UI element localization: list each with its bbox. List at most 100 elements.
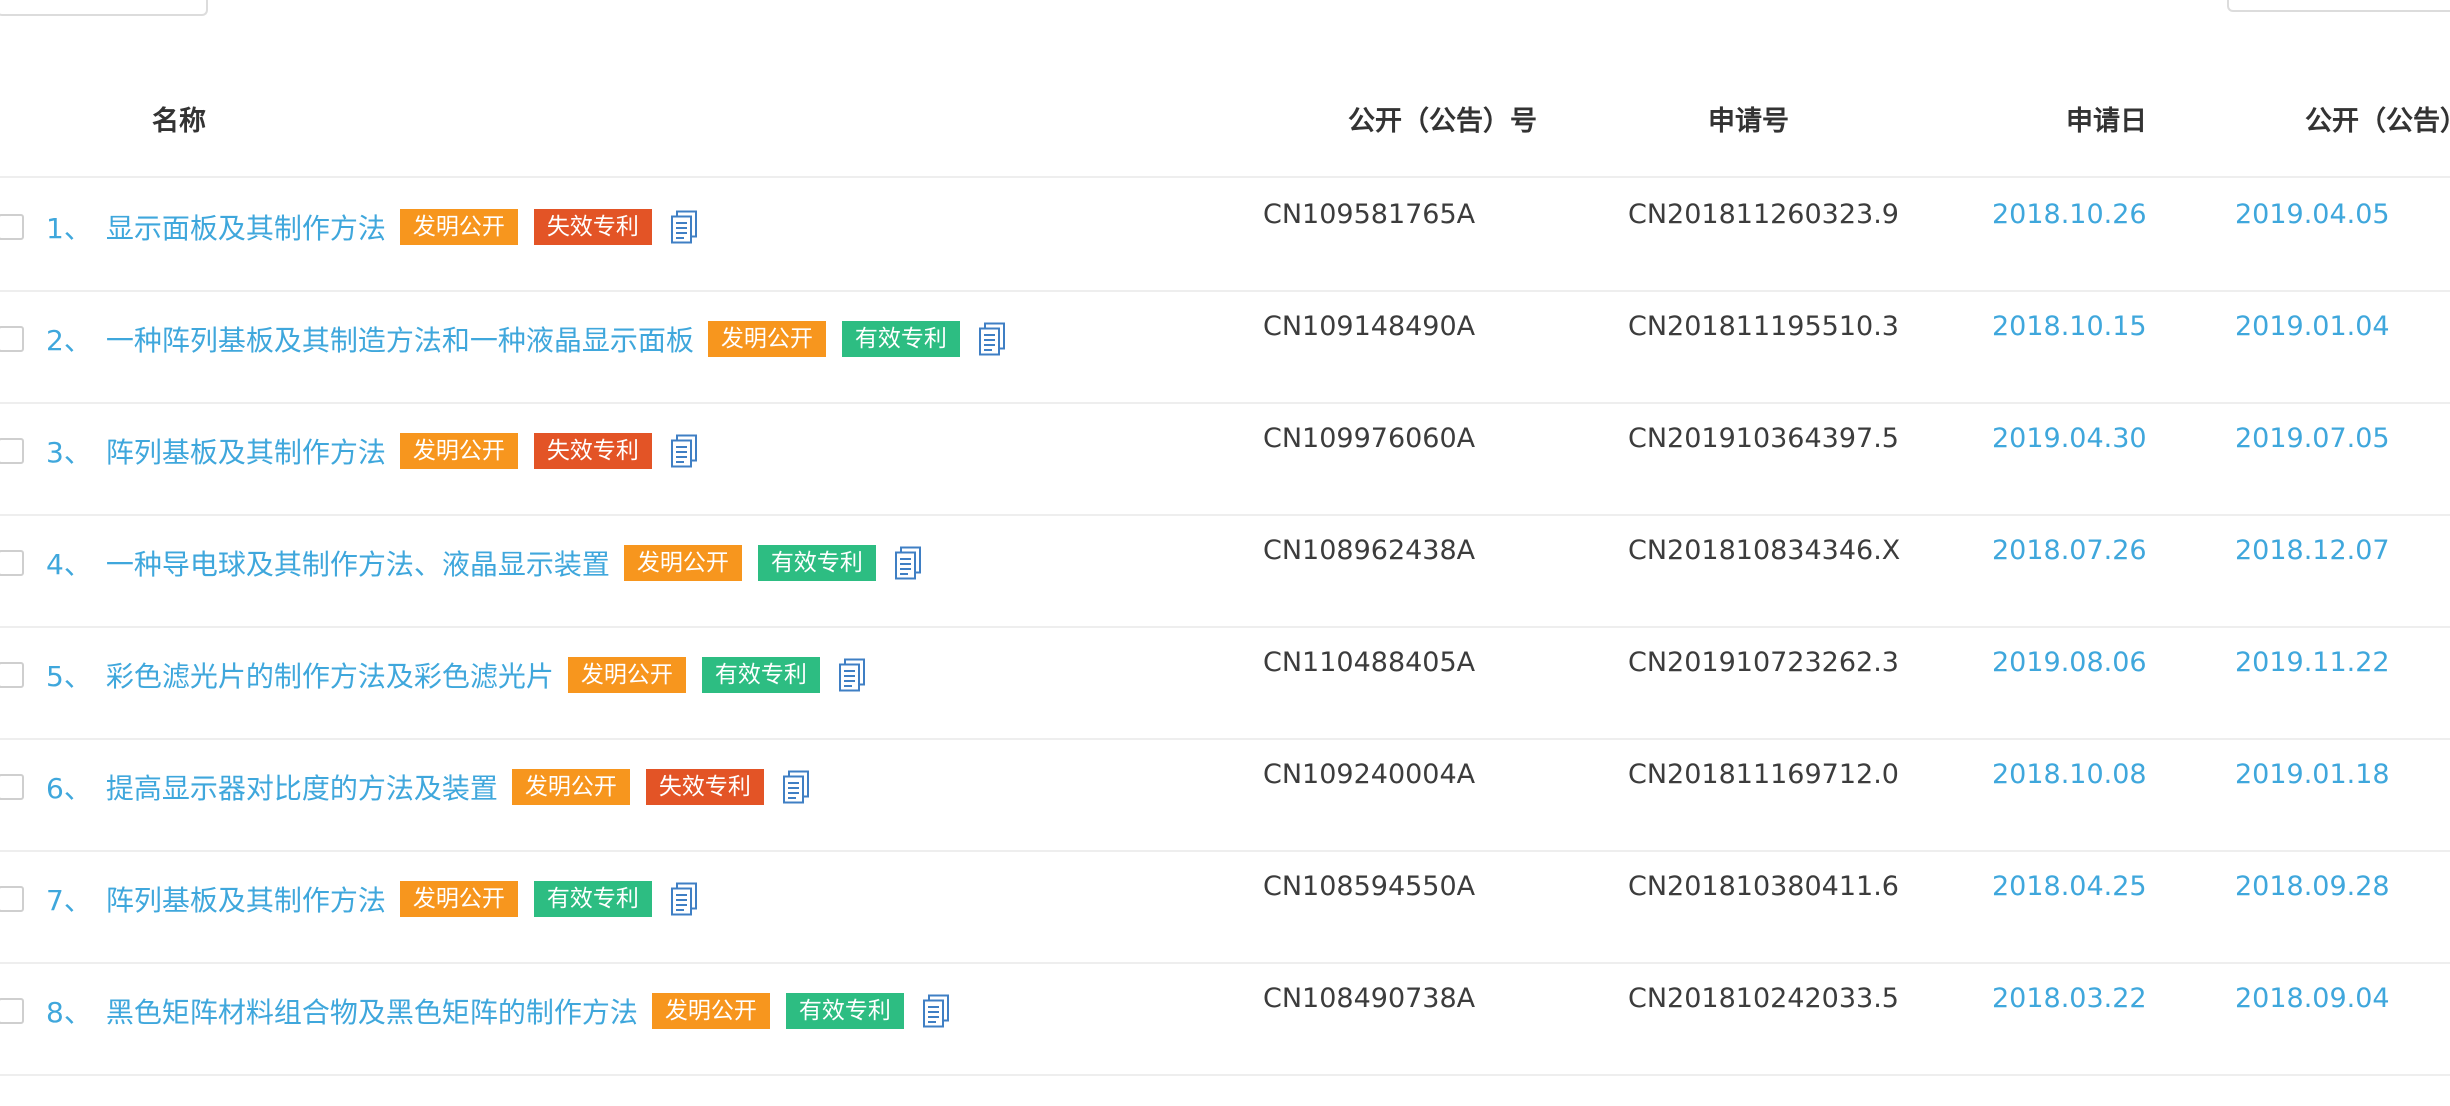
row-title-group: 5、 彩色滤光片的制作方法及彩色滤光片 发明公开 有效专利 [46,656,866,694]
pub-date-link[interactable]: 2018.09.04 [2235,983,2390,1015]
app-no-cell: CN201810242033.5 [1628,983,1899,1014]
document-icon[interactable] [670,210,698,244]
column-header-app-date[interactable]: 申请日 [2066,108,2147,135]
pub-no-cell: CN109240004A [1263,759,1476,790]
row-number: 2、 [46,324,92,357]
patent-title-link[interactable]: 阵列基板及其制作方法 [106,879,386,919]
document-icon[interactable] [894,546,922,580]
app-date-link[interactable]: 2018.10.08 [1992,759,2147,791]
app-no-cell: CN201811169712.0 [1628,759,1899,790]
document-icon[interactable] [670,434,698,468]
row-checkbox[interactable] [0,214,24,240]
document-icon[interactable] [978,322,1006,356]
row-checkbox[interactable] [0,662,24,688]
patent-title-link[interactable]: 彩色滤光片的制作方法及彩色滤光片 [106,655,554,695]
row-checkbox[interactable] [0,886,24,912]
top-left-control[interactable] [0,0,208,16]
status-badge: 有效专利 [841,321,960,357]
app-no-cell: CN201810380411.6 [1628,871,1899,902]
status-badge: 有效专利 [533,881,652,917]
row-checkbox[interactable] [0,550,24,576]
pub-no-cell: CN109148490A [1263,311,1476,342]
app-date-link[interactable]: 2018.10.15 [1992,311,2147,343]
table-header: 名称 公开（公告）号 申请号 申请日 公开（公告） [0,70,2450,178]
column-header-name[interactable]: 名称 [152,108,206,135]
pub-date-link[interactable]: 2019.01.04 [2235,311,2390,343]
status-badge: 失效专利 [533,209,652,245]
table-row: 5、 彩色滤光片的制作方法及彩色滤光片 发明公开 有效专利 CN110488405A CN… [0,626,2450,740]
row-number: 8、 [46,996,92,1029]
pub-no-cell: CN109581765A [1263,199,1476,230]
type-badge: 发明公开 [399,433,518,469]
patent-title-link[interactable]: 黑色矩阵材料组合物及黑色矩阵的制作方法 [106,991,638,1031]
row-number: 3、 [46,436,92,469]
document-icon[interactable] [782,770,810,804]
row-checkbox[interactable] [0,326,24,352]
row-title-group: 6、 提高显示器对比度的方法及装置 发明公开 失效专利 [46,768,810,806]
column-header-pub-date[interactable]: 公开（公告） [2305,108,2450,135]
row-checkbox[interactable] [0,438,24,464]
pub-no-cell: CN108962438A [1263,535,1476,566]
pub-no-cell: CN110488405A [1263,647,1476,678]
table-row: 3、 阵列基板及其制作方法 发明公开 失效专利 CN109976060A CN201910… [0,402,2450,516]
pub-no-cell: CN109976060A [1263,423,1476,454]
patent-title-link[interactable]: 显示面板及其制作方法 [106,207,386,247]
table-row: 2、 一种阵列基板及其制造方法和一种液晶显示面板 发明公开 有效专利 CN1091484… [0,290,2450,404]
row-number: 1、 [46,212,92,245]
app-no-cell: CN201811195510.3 [1628,311,1899,342]
type-badge: 发明公开 [399,209,518,245]
row-title-group: 4、 一种导电球及其制作方法、液晶显示装置 发明公开 有效专利 [46,544,922,582]
type-badge: 发明公开 [567,657,686,693]
row-checkbox[interactable] [0,774,24,800]
table-row: 1、 显示面板及其制作方法 发明公开 失效专利 CN109581765A CN201811… [0,178,2450,292]
pub-date-link[interactable]: 2019.07.05 [2235,423,2390,455]
row-number: 7、 [46,884,92,917]
status-badge: 失效专利 [533,433,652,469]
status-badge: 有效专利 [785,993,904,1029]
document-icon[interactable] [922,994,950,1028]
document-icon[interactable] [670,882,698,916]
pub-no-cell: CN108594550A [1263,871,1476,902]
type-badge: 发明公开 [399,881,518,917]
column-header-pub-no[interactable]: 公开（公告）号 [1348,108,1537,135]
app-no-cell: CN201910723262.3 [1628,647,1899,678]
app-no-cell: CN201910364397.5 [1628,423,1899,454]
patent-title-link[interactable]: 提高显示器对比度的方法及装置 [106,767,498,807]
column-header-app-no[interactable]: 申请号 [1708,108,1789,135]
status-badge: 有效专利 [757,545,876,581]
pub-no-cell: CN108490738A [1263,983,1476,1014]
app-date-link[interactable]: 2019.08.06 [1992,647,2147,679]
app-date-link[interactable]: 2018.10.26 [1992,199,2147,231]
row-checkbox[interactable] [0,998,24,1024]
row-title-group: 8、 黑色矩阵材料组合物及黑色矩阵的制作方法 发明公开 有效专利 [46,992,950,1030]
row-number: 6、 [46,772,92,805]
app-date-link[interactable]: 2018.03.22 [1992,983,2147,1015]
row-title-group: 1、 显示面板及其制作方法 发明公开 失效专利 [46,208,698,246]
pub-date-link[interactable]: 2019.11.22 [2235,647,2390,679]
table-row: 4、 一种导电球及其制作方法、液晶显示装置 发明公开 有效专利 CN108962438A… [0,514,2450,628]
patent-title-link[interactable]: 一种导电球及其制作方法、液晶显示装置 [106,543,610,583]
pub-date-link[interactable]: 2019.01.18 [2235,759,2390,791]
type-badge: 发明公开 [623,545,742,581]
type-badge: 发明公开 [651,993,770,1029]
row-title-group: 3、 阵列基板及其制作方法 发明公开 失效专利 [46,432,698,470]
patent-title-link[interactable]: 阵列基板及其制作方法 [106,431,386,471]
status-badge: 有效专利 [701,657,820,693]
document-icon[interactable] [838,658,866,692]
app-date-link[interactable]: 2018.04.25 [1992,871,2147,903]
pub-date-link[interactable]: 2018.12.07 [2235,535,2390,567]
app-date-link[interactable]: 2019.04.30 [1992,423,2147,455]
row-title-group: 2、 一种阵列基板及其制造方法和一种液晶显示面板 发明公开 有效专利 [46,320,1006,358]
pub-date-link[interactable]: 2019.04.05 [2235,199,2390,231]
table-row: 6、 提高显示器对比度的方法及装置 发明公开 失效专利 CN109240004A CN20… [0,738,2450,852]
row-number: 4、 [46,548,92,581]
patent-title-link[interactable]: 一种阵列基板及其制造方法和一种液晶显示面板 [106,319,694,359]
app-no-cell: CN201811260323.9 [1628,199,1899,230]
app-date-link[interactable]: 2018.07.26 [1992,535,2147,567]
table-row: 7、 阵列基板及其制作方法 发明公开 有效专利 CN108594550A CN201810… [0,850,2450,964]
top-right-control[interactable] [2227,0,2450,12]
pub-date-link[interactable]: 2018.09.28 [2235,871,2390,903]
status-badge: 失效专利 [645,769,764,805]
type-badge: 发明公开 [707,321,826,357]
row-number: 5、 [46,660,92,693]
